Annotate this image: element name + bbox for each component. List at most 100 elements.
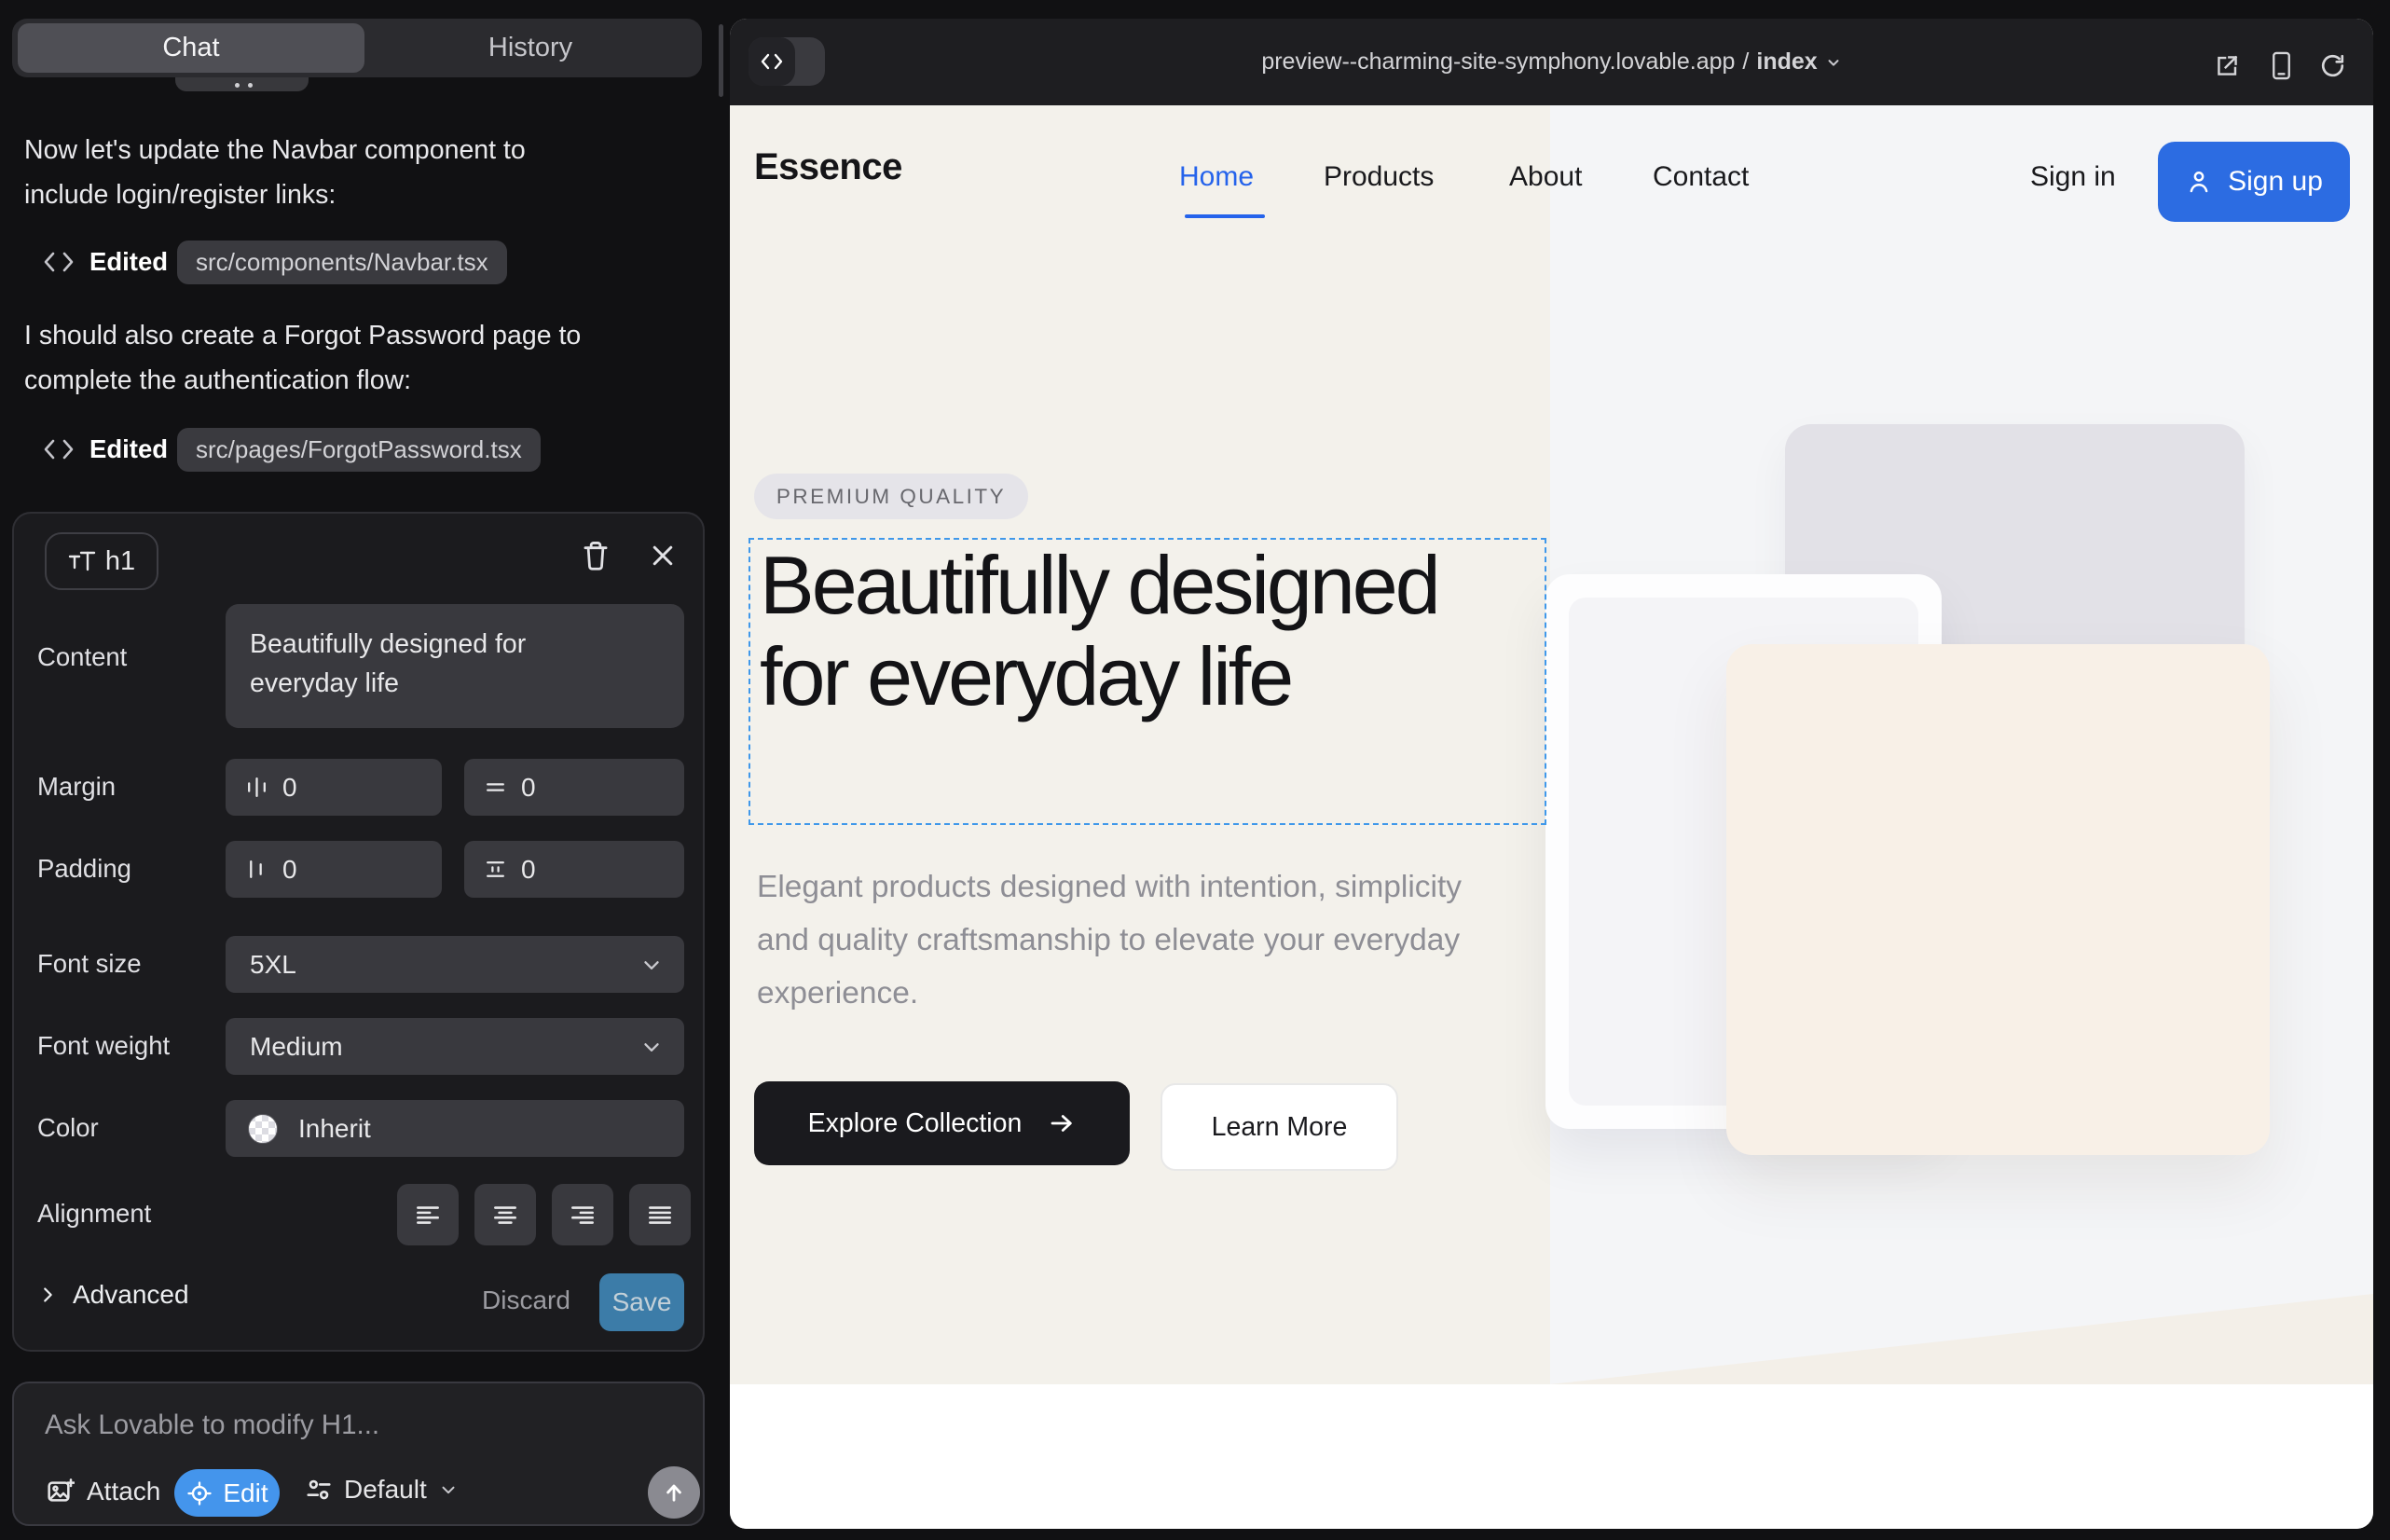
- pill-dot: [248, 83, 253, 88]
- target-icon: [185, 1479, 213, 1507]
- align-justify-button[interactable]: [629, 1184, 691, 1245]
- open-in-new-tab-button[interactable]: [2214, 52, 2241, 79]
- edited-file-chip[interactable]: src/pages/ForgotPassword.tsx: [177, 428, 541, 472]
- alignment-label: Alignment: [37, 1199, 151, 1229]
- color-label: Color: [37, 1113, 99, 1143]
- learn-more-button[interactable]: Learn More: [1161, 1083, 1398, 1171]
- align-justify-icon: [645, 1200, 675, 1230]
- padding-y-input[interactable]: 0: [464, 841, 684, 898]
- sign-in-link[interactable]: Sign in: [2030, 161, 2116, 193]
- font-weight-label: Font weight: [37, 1031, 170, 1061]
- trash-icon: [580, 539, 611, 572]
- preview-window: preview--charming-site-symphony.lovable.…: [730, 19, 2373, 1529]
- selected-element-badge[interactable]: h1: [45, 532, 158, 590]
- code-icon: [43, 250, 75, 279]
- margin-x-input[interactable]: 0: [226, 759, 442, 816]
- delete-element-button[interactable]: [580, 539, 611, 577]
- prompt-composer[interactable]: Ask Lovable to modify H1... Attach Edit: [12, 1382, 705, 1526]
- hero-description: Elegant products designed with intention…: [757, 860, 1493, 1020]
- element-inspector-panel: h1 Content Beautifully designed for ever…: [12, 512, 705, 1352]
- align-center-icon: [490, 1200, 520, 1230]
- tab-chat[interactable]: Chat: [18, 23, 364, 73]
- site-logo[interactable]: Essence: [754, 146, 902, 188]
- chat-history-tabbar: Chat History: [12, 19, 702, 77]
- composer-placeholder: Ask Lovable to modify H1...: [45, 1409, 379, 1441]
- nav-link-contact[interactable]: Contact: [1653, 161, 1749, 193]
- edit-mode-button[interactable]: Edit: [174, 1469, 280, 1517]
- model-mode-button[interactable]: Default: [305, 1475, 459, 1505]
- explore-collection-button[interactable]: Explore Collection: [754, 1081, 1130, 1165]
- edited-file-row: Edited src/pages/ForgotPassword.tsx: [24, 428, 705, 472]
- save-button[interactable]: Save: [599, 1273, 684, 1331]
- chevron-down-icon: [438, 1479, 459, 1500]
- align-center-button[interactable]: [474, 1184, 536, 1245]
- font-size-label: Font size: [37, 949, 142, 979]
- assistant-message: I should also create a Forgot Password p…: [24, 314, 682, 403]
- smartphone-icon: [2269, 50, 2294, 81]
- active-nav-underline: [1185, 214, 1265, 218]
- close-icon: [649, 542, 677, 570]
- edited-label: Edited: [89, 247, 168, 277]
- type-icon: [68, 549, 96, 573]
- url-separator: /: [1742, 48, 1749, 76]
- padding-x-input[interactable]: 0: [226, 841, 442, 898]
- preview-url[interactable]: preview--charming-site-symphony.lovable.…: [730, 19, 2373, 105]
- hero-headline[interactable]: Beautifully designed for everyday life: [760, 540, 1449, 722]
- url-domain: preview--charming-site-symphony.lovable.…: [1261, 48, 1735, 76]
- padding-label: Padding: [37, 854, 131, 884]
- pill-dot: [235, 83, 240, 88]
- attach-image-icon: [45, 1477, 75, 1506]
- color-select[interactable]: Inherit: [226, 1100, 684, 1157]
- refresh-button[interactable]: [2319, 52, 2346, 79]
- mobile-view-button[interactable]: [2269, 50, 2294, 81]
- sign-up-button[interactable]: Sign up: [2158, 142, 2350, 222]
- chevron-right-icon: [37, 1285, 58, 1305]
- edited-file-row: Edited src/components/Navbar.tsx: [24, 241, 705, 284]
- margin-x-icon: [244, 775, 269, 800]
- user-icon: [2185, 168, 2213, 196]
- margin-label: Margin: [37, 772, 116, 802]
- element-tag: h1: [105, 546, 135, 577]
- chevron-down-icon: [639, 1035, 664, 1059]
- margin-y-icon: [483, 775, 508, 800]
- color-swatch: [248, 1114, 278, 1144]
- external-link-icon: [2214, 52, 2241, 79]
- align-left-icon: [413, 1200, 443, 1230]
- nav-link-about[interactable]: About: [1509, 161, 1582, 193]
- next-section-background: [730, 1384, 2373, 1529]
- font-weight-select[interactable]: Medium: [226, 1018, 684, 1075]
- chevron-down-icon: [1825, 54, 1842, 71]
- chevron-down-icon: [639, 953, 664, 977]
- content-label: Content: [37, 642, 127, 672]
- discard-button[interactable]: Discard: [482, 1286, 570, 1315]
- sliders-icon: [305, 1476, 333, 1504]
- nav-link-products[interactable]: Products: [1324, 161, 1434, 193]
- premium-quality-badge: PREMIUM QUALITY: [754, 474, 1028, 519]
- url-page: index: [1756, 48, 1817, 76]
- align-left-button[interactable]: [397, 1184, 459, 1245]
- align-right-icon: [568, 1200, 598, 1230]
- code-icon: [43, 437, 75, 466]
- arrow-right-icon: [1048, 1109, 1076, 1137]
- attach-button[interactable]: Attach: [45, 1477, 160, 1506]
- padding-y-icon: [483, 857, 508, 882]
- send-button[interactable]: [648, 1466, 700, 1519]
- margin-y-input[interactable]: 0: [464, 759, 684, 816]
- chat-scrollbar[interactable]: [719, 24, 723, 97]
- advanced-toggle[interactable]: Advanced: [37, 1280, 189, 1310]
- edited-file-chip[interactable]: src/components/Navbar.tsx: [177, 241, 507, 284]
- align-right-button[interactable]: [552, 1184, 613, 1245]
- lovable-chat-panel: Chat History Now let's update the Navbar…: [0, 0, 727, 1540]
- close-inspector-button[interactable]: [649, 542, 677, 574]
- assistant-message: Now let's update the Navbar component to…: [24, 129, 682, 217]
- content-input[interactable]: Beautifully designed for everyday life: [226, 604, 684, 728]
- tab-history[interactable]: History: [364, 23, 696, 73]
- arrow-up-icon: [661, 1479, 687, 1506]
- decorative-card-cream: [1726, 644, 2270, 1155]
- selected-h1-outline[interactable]: Beautifully designed for everyday life: [749, 538, 1546, 825]
- nav-link-home[interactable]: Home: [1179, 161, 1254, 193]
- refresh-icon: [2319, 52, 2346, 79]
- font-size-select[interactable]: 5XL: [226, 936, 684, 993]
- preview-toolbar: preview--charming-site-symphony.lovable.…: [730, 19, 2373, 105]
- preview-site: Essence Home Products About Contact Sign…: [730, 105, 2373, 1529]
